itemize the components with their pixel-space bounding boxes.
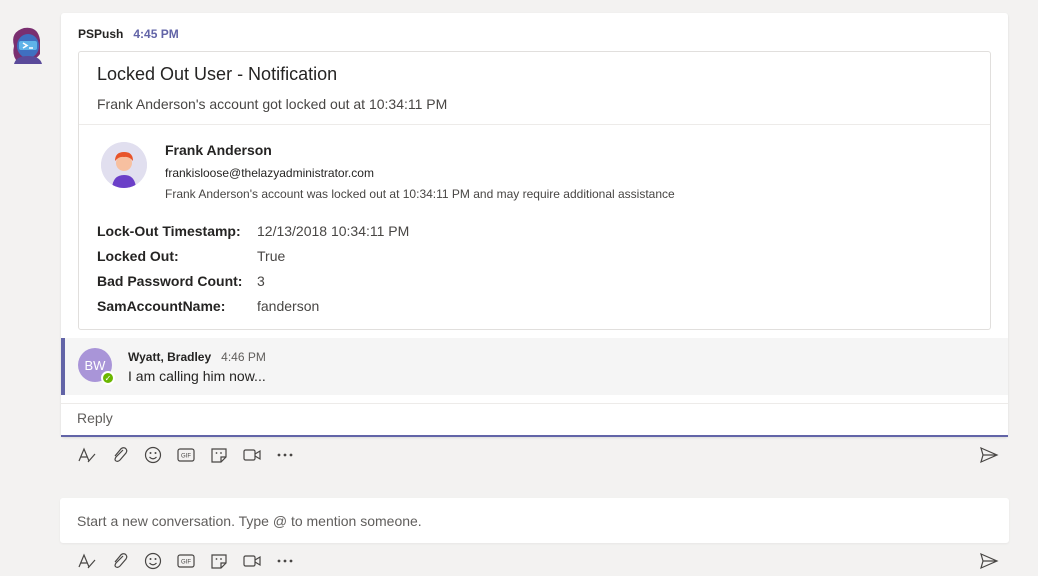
new-conversation-toolbar: GIF bbox=[76, 550, 296, 572]
fact-key: Locked Out: bbox=[97, 247, 179, 264]
reply-header: Wyatt, Bradley 4:46 PM bbox=[128, 350, 266, 364]
format-icon[interactable] bbox=[76, 444, 98, 466]
fact-row: Locked Out: True bbox=[97, 243, 409, 268]
gif-icon[interactable]: GIF bbox=[175, 444, 197, 466]
fact-row: Lock-Out Timestamp: 12/13/2018 10:34:11 … bbox=[97, 218, 409, 243]
send-icon[interactable] bbox=[978, 550, 1000, 572]
send-icon[interactable] bbox=[978, 444, 1000, 466]
person-name: Frank Anderson bbox=[165, 142, 272, 158]
compose-toolbar: GIF bbox=[76, 444, 296, 466]
message-time: 4:45 PM bbox=[133, 27, 179, 41]
emoji-icon[interactable] bbox=[142, 550, 164, 572]
reply-avatar-initials: BW bbox=[84, 357, 106, 373]
person-note: Frank Anderson's account was locked out … bbox=[165, 187, 675, 201]
gif-label: GIF bbox=[181, 454, 191, 460]
paperclip-icon[interactable] bbox=[109, 550, 131, 572]
fact-value: True bbox=[257, 247, 286, 264]
presence-available-icon: ✓ bbox=[101, 371, 115, 385]
fact-value: 12/13/2018 10:34:11 PM bbox=[257, 222, 410, 239]
reply-avatar[interactable]: BW ✓ bbox=[78, 348, 115, 385]
gif-icon[interactable]: GIF bbox=[175, 550, 197, 572]
fact-row: SamAccountName: fanderson bbox=[97, 293, 409, 318]
reply-text: I am calling him now... bbox=[128, 368, 266, 384]
emoji-icon[interactable] bbox=[142, 444, 164, 466]
gif-label: GIF bbox=[181, 560, 191, 566]
person-email: frankisloose@thelazyadministrator.com bbox=[165, 166, 374, 180]
reply-input[interactable]: Reply bbox=[61, 403, 1008, 435]
fact-value: 3 bbox=[257, 272, 265, 289]
card-title: Locked Out User - Notification bbox=[97, 64, 338, 84]
more-options-icon[interactable] bbox=[274, 444, 296, 466]
fact-set: Lock-Out Timestamp: 12/13/2018 10:34:11 … bbox=[97, 218, 409, 318]
fact-row: Bad Password Count: 3 bbox=[97, 268, 409, 293]
sticker-icon[interactable] bbox=[208, 444, 230, 466]
meet-now-icon[interactable] bbox=[241, 550, 263, 572]
fact-key: Lock-Out Timestamp: bbox=[97, 222, 241, 239]
sender-name[interactable]: PSPush bbox=[78, 27, 123, 41]
new-conversation-input[interactable]: Start a new conversation. Type @ to ment… bbox=[60, 498, 1009, 543]
sticker-icon[interactable] bbox=[208, 550, 230, 572]
message-header: PSPush 4:45 PM bbox=[78, 27, 179, 41]
person-avatar bbox=[101, 142, 147, 188]
fact-key: SamAccountName: bbox=[97, 297, 226, 314]
fact-key: Bad Password Count: bbox=[97, 272, 243, 289]
reply-time: 4:46 PM bbox=[221, 350, 266, 364]
more-options-icon[interactable] bbox=[274, 550, 296, 572]
adaptive-card: Locked Out User - Notification Frank And… bbox=[78, 51, 991, 330]
reply-sender-name[interactable]: Wyatt, Bradley bbox=[128, 350, 211, 364]
message-thread: PSPush 4:45 PM Locked Out User - Notific… bbox=[61, 13, 1008, 437]
format-icon[interactable] bbox=[76, 550, 98, 572]
card-header: Locked Out User - Notification Frank And… bbox=[79, 52, 990, 125]
person-block: Frank Anderson frankisloose@thelazyadmin… bbox=[101, 140, 675, 201]
meet-now-icon[interactable] bbox=[241, 444, 263, 466]
reply-message[interactable]: BW ✓ Wyatt, Bradley 4:46 PM I am calling… bbox=[61, 338, 1008, 395]
paperclip-icon[interactable] bbox=[109, 444, 131, 466]
fact-value: fanderson bbox=[257, 297, 320, 314]
bot-avatar[interactable] bbox=[8, 24, 46, 64]
card-subtitle: Frank Anderson's account got locked out … bbox=[97, 96, 448, 112]
